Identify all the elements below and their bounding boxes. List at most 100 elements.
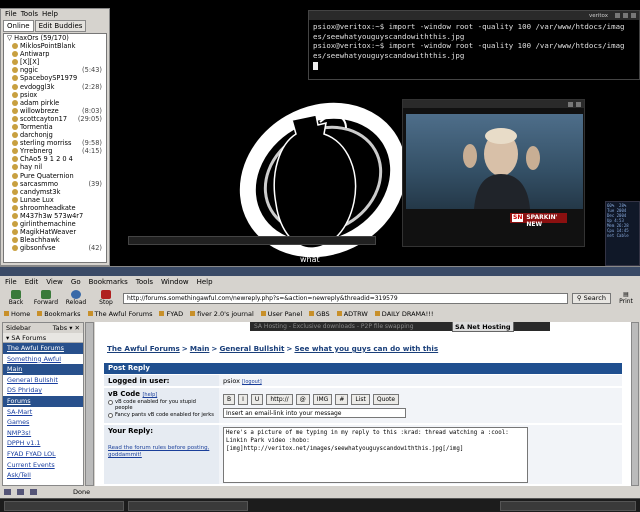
bookmark-item[interactable]: The Awful Forums xyxy=(87,309,152,318)
vbcode-button[interactable]: B xyxy=(223,394,236,405)
breadcrumb-forums[interactable]: The Awful Forums xyxy=(107,344,180,353)
menu-edit[interactable]: Edit xyxy=(25,278,39,286)
buddy-item[interactable]: willowbreze (8:03) xyxy=(4,107,106,115)
sidebar-item[interactable]: SA-Mart xyxy=(3,407,83,418)
buddy-item[interactable]: sterling morriss (9:58) xyxy=(4,139,106,147)
sidebar-item[interactable]: Something Awful xyxy=(3,354,83,365)
buddy-item[interactable]: Antiwarp xyxy=(4,50,106,58)
mail-icon[interactable] xyxy=(17,488,24,495)
navigator-icon[interactable] xyxy=(4,488,11,495)
terminal-window[interactable]: veritox psiox@veritox:~$ import -window … xyxy=(308,10,640,80)
buddy-menu-help[interactable]: Help xyxy=(42,10,58,19)
sidebar-item[interactable]: Main xyxy=(3,364,83,375)
buddy-item[interactable]: Tormentia xyxy=(4,123,106,131)
buddy-menu-tools[interactable]: Tools xyxy=(21,10,38,19)
bookmark-item[interactable]: Bookmarks xyxy=(37,309,81,318)
sidebar-item[interactable]: DS Phriday xyxy=(3,385,83,396)
sidebar-item[interactable]: Forums xyxy=(3,395,83,407)
minimize-icon[interactable] xyxy=(615,13,620,18)
video-player-window[interactable]: SN SPARKIN' NEW xyxy=(402,99,585,247)
buddy-item[interactable]: psiox xyxy=(4,91,106,99)
composer-icon[interactable] xyxy=(30,488,37,495)
minimize-icon[interactable] xyxy=(568,101,573,107)
email-link-input[interactable]: Insert an email-link into your message xyxy=(223,408,406,418)
sidebar-item[interactable]: Current Events xyxy=(3,460,83,471)
buddy-item[interactable]: sarcasmmo (39) xyxy=(4,180,106,188)
vbcode-button[interactable]: @ xyxy=(295,394,310,405)
sidebar-section[interactable]: ▾ SA Forums xyxy=(3,333,83,343)
bookmark-item[interactable]: GBS xyxy=(309,309,330,318)
buddy-item[interactable]: evdoggl3k (2:28) xyxy=(4,82,106,91)
sidebar-item[interactable]: The Awful Forums xyxy=(3,343,83,354)
buddy-item[interactable]: M437h3w 573w4r7 xyxy=(4,212,106,220)
sidebar-item[interactable]: Games xyxy=(3,417,83,428)
buddy-item[interactable]: [X][X] xyxy=(4,58,106,66)
sidebar-tabs-menu[interactable]: Tabs ▾ ✕ xyxy=(53,324,80,332)
close-icon[interactable] xyxy=(631,13,636,18)
breadcrumb-thread[interactable]: See what you guys can do with this xyxy=(294,344,438,353)
tab-edit-buddies[interactable]: Edit Buddies xyxy=(34,20,87,32)
vbcode-button[interactable]: List xyxy=(351,394,370,405)
buddy-item[interactable]: shroomheadkate xyxy=(4,204,106,212)
buddy-item[interactable]: SpaceboySP1979 xyxy=(4,74,106,82)
buddy-item[interactable]: girlinthemachine xyxy=(4,220,106,228)
buddy-item[interactable]: Lunae Lux xyxy=(4,196,106,204)
vbcode-button[interactable]: I xyxy=(238,394,248,405)
buddy-item[interactable]: Yrrebnerg (4:15) xyxy=(4,147,106,155)
radio-button[interactable] xyxy=(108,400,113,405)
menu-file[interactable]: File xyxy=(5,278,17,286)
sidebar-item[interactable]: Ask/Tell xyxy=(3,470,83,481)
breadcrumb-general-bullshit[interactable]: General Bullshit xyxy=(219,344,284,353)
menu-window[interactable]: Window xyxy=(161,278,189,286)
forum-rules-link[interactable]: Read the forum rules before posting, god… xyxy=(108,445,215,459)
buddy-item[interactable]: Pure Quaternion xyxy=(4,172,106,180)
maximize-icon[interactable] xyxy=(623,13,628,18)
buddy-item[interactable]: adam pirkle xyxy=(4,99,106,107)
taskbar-item[interactable] xyxy=(4,501,124,511)
stop-button[interactable]: Stop xyxy=(93,290,119,306)
buddy-item[interactable]: MagikHatWeaver xyxy=(4,228,106,236)
radio-vbcode-enabled[interactable]: vB code enabled for you stupid people xyxy=(108,399,215,411)
sidebar-scrollbar[interactable] xyxy=(85,322,94,486)
menu-tools[interactable]: Tools xyxy=(136,278,153,286)
back-button[interactable]: Back xyxy=(3,290,29,306)
bookmark-item[interactable]: User Panel xyxy=(260,309,302,318)
buddy-item[interactable]: scottcayton17 (29:05) xyxy=(4,115,106,123)
bookmark-item[interactable]: Home xyxy=(4,309,30,318)
terminal-titlebar[interactable]: veritox xyxy=(309,11,639,20)
search-button[interactable]: ⚲ Search xyxy=(571,292,611,304)
breadcrumb-main[interactable]: Main xyxy=(190,344,210,353)
video-titlebar[interactable] xyxy=(403,100,584,108)
print-button[interactable]: ▤ Print xyxy=(615,291,637,305)
buddy-item[interactable]: darchonjg xyxy=(4,131,106,139)
sidebar-item[interactable]: FYAD FYAD LOL xyxy=(3,449,83,460)
sidebar-item[interactable]: DPPH v1.1 xyxy=(3,438,83,449)
forward-button[interactable]: Forward xyxy=(33,290,59,306)
menu-bookmarks[interactable]: Bookmarks xyxy=(89,278,128,286)
taskbar-item[interactable] xyxy=(128,501,248,511)
vbcode-button[interactable]: Quote xyxy=(372,394,400,405)
sidebar-item[interactable]: General Bullshit xyxy=(3,375,83,386)
bookmark-item[interactable]: DAILY DRAMA!!! xyxy=(374,309,433,318)
vbcode-button[interactable]: U xyxy=(250,394,264,405)
buddy-menu-file[interactable]: File xyxy=(5,10,17,19)
bookmark-item[interactable]: fiver 2.0's journal xyxy=(190,309,254,318)
reply-textarea[interactable]: Here's a picture of me typing in my repl… xyxy=(223,427,528,483)
vbcode-help-link[interactable]: [help] xyxy=(142,392,157,398)
menu-go[interactable]: Go xyxy=(71,278,81,286)
menu-view[interactable]: View xyxy=(46,278,63,286)
buddy-item[interactable]: candymst3k xyxy=(4,188,106,196)
content-scrollbar[interactable] xyxy=(631,322,639,486)
buddy-item[interactable]: hay nil xyxy=(4,163,106,171)
reload-button[interactable]: Reload xyxy=(63,290,89,306)
buddy-group[interactable]: ▽ HaxOrs (59/170) xyxy=(4,34,106,42)
buddy-item[interactable]: gibsonfvse (42) xyxy=(4,244,106,252)
vbcode-button[interactable]: # xyxy=(335,394,349,405)
vbcode-button[interactable]: IMG xyxy=(312,394,333,405)
close-icon[interactable] xyxy=(576,101,581,107)
radio-vbcode-fancy[interactable]: Fancy pants vB code enabled for jerks xyxy=(108,412,215,418)
bookmark-item[interactable]: FYAD xyxy=(159,309,183,318)
minimized-window-bar[interactable] xyxy=(128,236,376,245)
buddy-item[interactable]: ChAo5 9 1 2 0 4 xyxy=(4,155,106,163)
menu-help[interactable]: Help xyxy=(197,278,213,286)
